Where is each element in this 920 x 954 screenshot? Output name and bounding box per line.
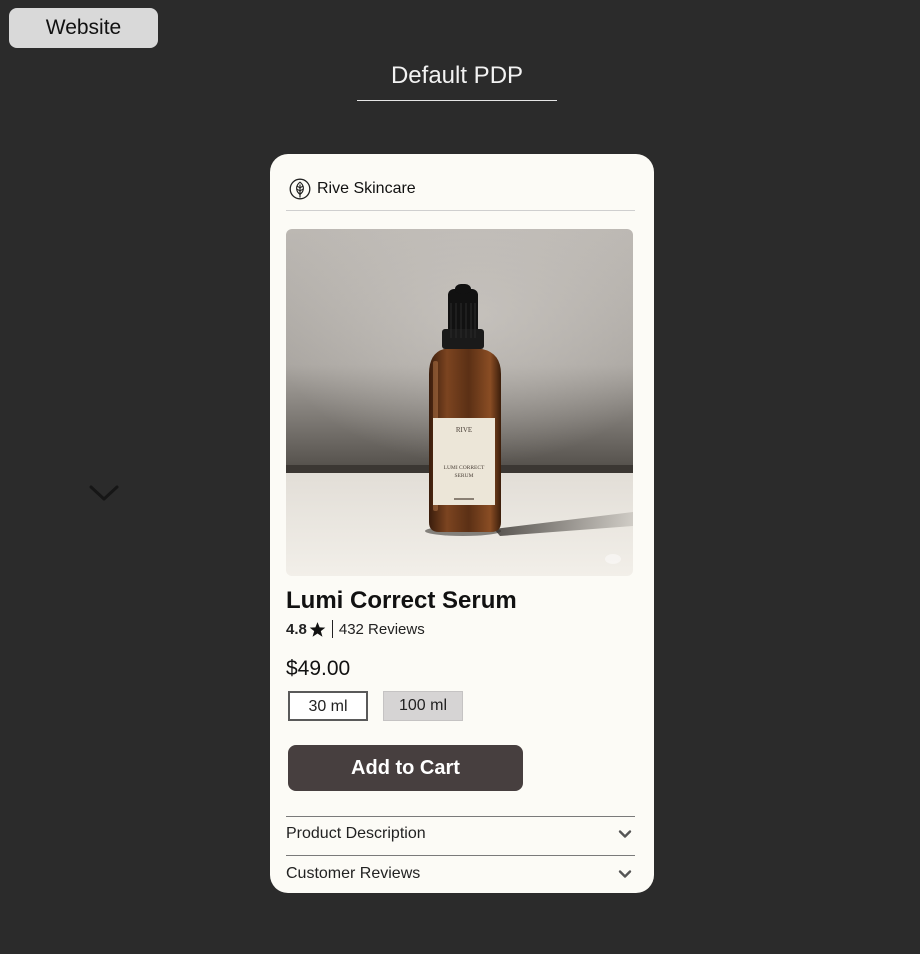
product-price: $49.00 bbox=[286, 657, 351, 680]
size-option-100ml[interactable]: 100 ml bbox=[383, 691, 463, 721]
leaf-logo-icon bbox=[289, 178, 311, 200]
accordion-product-description[interactable]: Product Description bbox=[286, 822, 635, 846]
product-card: Rive Skincare RIVE LUMI CORRECT SERUM Lu… bbox=[270, 154, 654, 893]
header-divider bbox=[286, 210, 635, 211]
page-title-container: Default PDP bbox=[357, 58, 557, 101]
rating-value: 4.8 bbox=[286, 620, 307, 638]
accordion-customer-reviews[interactable]: Customer Reviews bbox=[286, 862, 635, 886]
rating-separator bbox=[331, 620, 333, 638]
page-title: Default PDP bbox=[390, 62, 524, 89]
brand-name: Rive Skincare bbox=[317, 180, 416, 197]
chevron-down-icon bbox=[618, 830, 632, 838]
accordion-divider bbox=[286, 855, 635, 856]
chevron-down-icon[interactable] bbox=[88, 482, 120, 504]
accordion-label: Product Description bbox=[286, 825, 426, 842]
reviews-count-link[interactable]: 432 Reviews bbox=[339, 621, 425, 638]
website-button[interactable]: Website bbox=[9, 8, 158, 48]
chevron-down-icon bbox=[618, 870, 632, 878]
bottle-label-line1: LUMI CORRECT bbox=[444, 465, 485, 471]
rating-row: 4.8 432 Reviews bbox=[286, 620, 425, 638]
bottle-label-line2: SERUM bbox=[455, 473, 474, 479]
bottle-label-brand: RIVE bbox=[456, 426, 472, 434]
product-photo: RIVE LUMI CORRECT SERUM bbox=[286, 229, 633, 576]
product-image: RIVE LUMI CORRECT SERUM bbox=[286, 229, 633, 576]
product-title: Lumi Correct Serum bbox=[286, 587, 517, 614]
accordion-label: Customer Reviews bbox=[286, 865, 421, 882]
star-icon bbox=[309, 621, 326, 637]
brand-header: Rive Skincare bbox=[289, 177, 416, 201]
add-to-cart-button[interactable]: Add to Cart bbox=[288, 745, 523, 791]
watermark-badge-icon bbox=[605, 554, 621, 564]
size-option-30ml[interactable]: 30 ml bbox=[288, 691, 368, 721]
accordion-divider bbox=[286, 816, 635, 817]
